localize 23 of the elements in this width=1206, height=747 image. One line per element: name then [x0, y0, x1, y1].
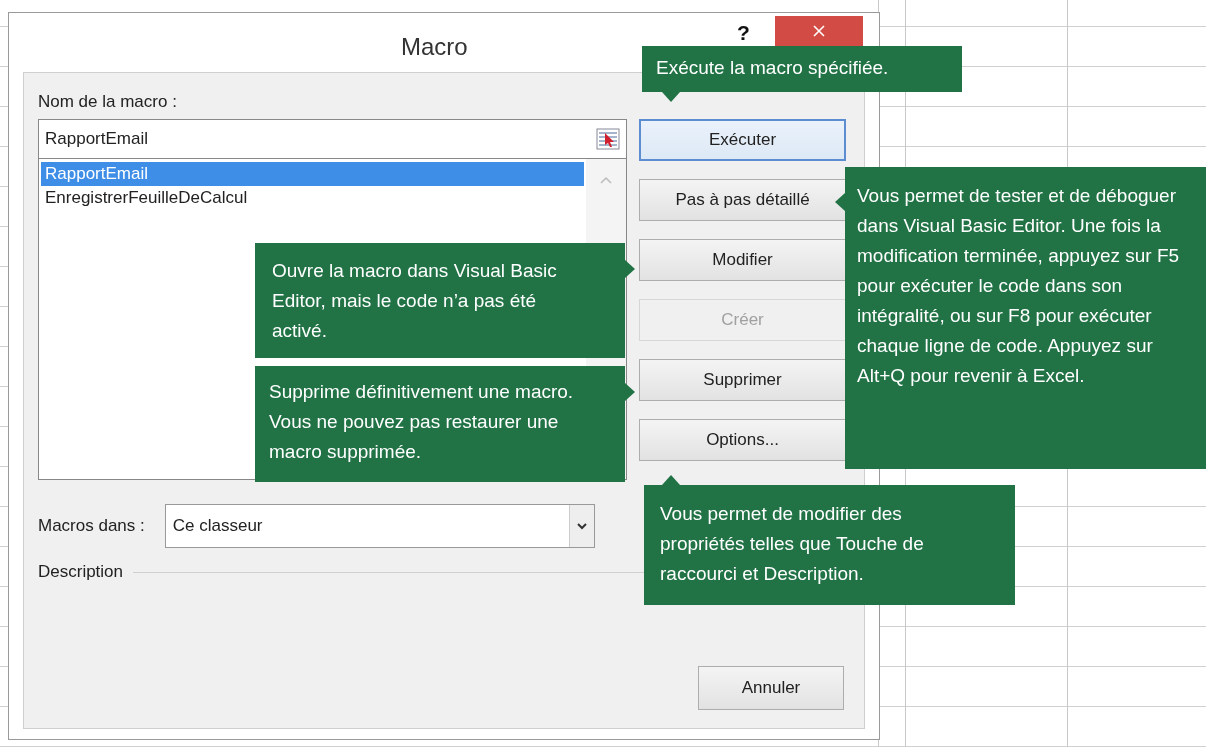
callout-tooltip: Exécute la macro spécifiée. — [642, 46, 962, 92]
dialog-button[interactable]: Exécuter — [639, 119, 846, 161]
close-icon — [812, 24, 826, 38]
callout-tooltip: Vous permet de modifier des propriétés telles que Touche de raccourci et Description. — [644, 485, 1015, 605]
chevron-up-icon[interactable] — [599, 175, 614, 185]
macro-name-label: Nom de la macro : — [38, 91, 178, 113]
macro-name-field[interactable]: RapportEmail — [38, 119, 628, 159]
dialog-button[interactable]: Pas à pas détaillé — [639, 179, 846, 221]
dialog-button[interactable]: Modifier — [639, 239, 846, 281]
callout-tooltip: Vous permet de tester et de déboguer dans Visual Basic Editor. Une fois la modification terminée, appuyez sur F5 pour exécuter le code dans son intégralité, ou sur F8 pour exécuter chaque ligne de code. Appuyez sur Alt+Q pour revenir à Excel. — [845, 167, 1206, 469]
dialog-button[interactable]: Supprimer — [639, 359, 846, 401]
description-label: Description — [38, 562, 124, 582]
close-button[interactable] — [775, 16, 863, 46]
cancel-button[interactable]: Annuler — [698, 666, 844, 710]
help-button[interactable]: ? — [737, 21, 750, 45]
callout-tooltip: Ouvre la macro dans Visual Basic Editor, mais le code n’a pas été activé. — [255, 243, 625, 358]
macro-list-item[interactable]: EnregistrerFeuilleDeCalcul — [41, 186, 585, 210]
callout-tooltip: Supprime définitivement une macro. Vous ne pouvez pas restaurer une macro supprimée. — [255, 366, 625, 482]
macros-in-dropdown[interactable]: Ce classeur — [164, 504, 595, 548]
macros-in-label: Macros dans : — [38, 516, 145, 536]
window-title: Macro — [401, 33, 468, 61]
chevron-down-icon — [575, 521, 588, 531]
dialog-button[interactable]: Options... — [639, 419, 846, 461]
